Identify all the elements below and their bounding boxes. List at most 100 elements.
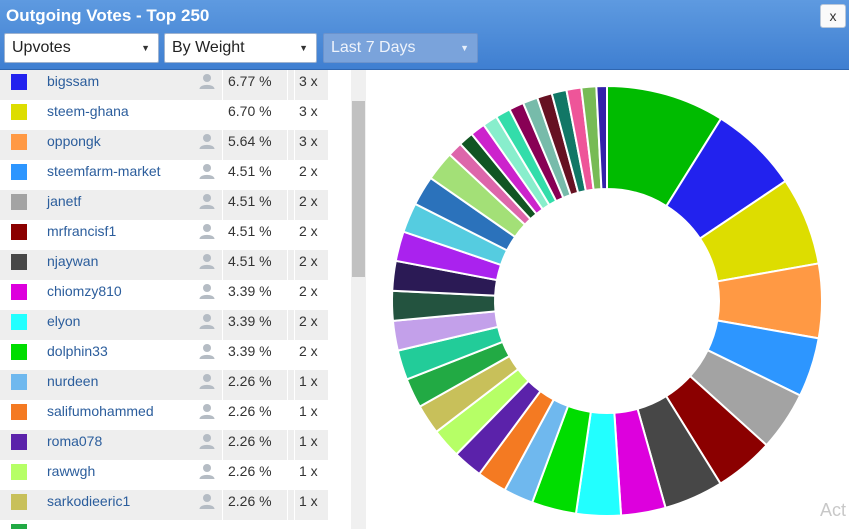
vote-count: 2 x xyxy=(299,223,318,239)
window-title: Outgoing Votes - Top 250 xyxy=(6,6,210,25)
vote-percent: 2.26 % xyxy=(228,403,272,419)
voter-name-link[interactable]: oppongk xyxy=(47,133,101,149)
voter-name-link[interactable]: elyon xyxy=(47,313,80,329)
color-swatch xyxy=(11,194,27,210)
list-item[interactable] xyxy=(0,520,328,529)
period-value: Last 7 Days xyxy=(331,39,416,56)
user-icon[interactable] xyxy=(198,132,216,150)
voter-name-link[interactable]: bigssam xyxy=(47,73,99,89)
vote-list: bigssam 6.77 % 3 x steem-ghana 6.70 % 3 x oppo… xyxy=(0,70,328,529)
list-item[interactable]: janetf 4.51 % 2 x xyxy=(0,190,328,220)
vote-count: 3 x xyxy=(299,103,318,119)
vote-count: 2 x xyxy=(299,193,318,209)
vote-count: 1 x xyxy=(299,463,318,479)
vote-percent: 2.26 % xyxy=(228,373,272,389)
vote-percent: 3.39 % xyxy=(228,313,272,329)
color-swatch xyxy=(11,314,27,330)
list-item[interactable]: njaywan 4.51 % 2 x xyxy=(0,250,328,280)
voter-name-link[interactable]: janetf xyxy=(47,193,81,209)
vote-percent: 2.26 % xyxy=(228,463,272,479)
list-item[interactable]: dolphin33 3.39 % 2 x xyxy=(0,340,328,370)
voter-name-link[interactable]: sarkodieeric1 xyxy=(47,493,130,509)
window-titlebar: Outgoing Votes - Top 250 x Upvotes ▼ By … xyxy=(0,0,849,70)
vote-percent: 4.51 % xyxy=(228,193,272,209)
color-swatch xyxy=(11,404,27,420)
column-divider xyxy=(294,70,295,529)
user-icon[interactable] xyxy=(198,372,216,390)
list-item[interactable]: roma078 2.26 % 1 x xyxy=(0,430,328,460)
voter-name-link[interactable]: nurdeen xyxy=(47,373,98,389)
vote-count: 2 x xyxy=(299,343,318,359)
list-item[interactable]: chiomzy810 3.39 % 2 x xyxy=(0,280,328,310)
vote-percent: 3.39 % xyxy=(228,343,272,359)
list-item[interactable]: steemfarm-market 4.51 % 2 x xyxy=(0,160,328,190)
list-item[interactable]: bigssam 6.77 % 3 x xyxy=(0,70,328,100)
color-swatch xyxy=(11,134,27,150)
vote-type-dropdown[interactable]: Upvotes ▼ xyxy=(4,33,159,63)
scroll-thumb[interactable] xyxy=(352,101,365,277)
column-divider xyxy=(287,70,288,529)
vote-count: 3 x xyxy=(299,73,318,89)
voter-name-link[interactable]: mrfrancisf1 xyxy=(47,223,116,239)
voter-name-link[interactable]: steem-ghana xyxy=(47,103,129,119)
color-swatch xyxy=(11,254,27,270)
vote-percent: 4.51 % xyxy=(228,223,272,239)
color-swatch xyxy=(11,74,27,90)
vote-count: 2 x xyxy=(299,283,318,299)
user-icon[interactable] xyxy=(198,342,216,360)
sort-dropdown[interactable]: By Weight ▼ xyxy=(164,33,317,63)
list-item[interactable]: salifumohammed 2.26 % 1 x xyxy=(0,400,328,430)
list-item[interactable]: steem-ghana 6.70 % 3 x xyxy=(0,100,328,130)
user-icon[interactable] xyxy=(198,312,216,330)
user-icon[interactable] xyxy=(198,162,216,180)
voter-name-link[interactable]: steemfarm-market xyxy=(47,163,161,179)
user-icon[interactable] xyxy=(198,192,216,210)
user-icon[interactable] xyxy=(198,282,216,300)
user-icon[interactable] xyxy=(198,252,216,270)
vote-type-value: Upvotes xyxy=(12,39,71,56)
color-swatch xyxy=(11,464,27,480)
color-swatch xyxy=(11,434,27,450)
list-item[interactable]: sarkodieeric1 2.26 % 1 x xyxy=(0,490,328,520)
vote-percent: 2.26 % xyxy=(228,493,272,509)
user-icon[interactable] xyxy=(198,72,216,90)
list-item[interactable]: nurdeen 2.26 % 1 x xyxy=(0,370,328,400)
voter-name-link[interactable]: rawwgh xyxy=(47,463,95,479)
voter-name-link[interactable]: chiomzy810 xyxy=(47,283,122,299)
vote-count: 1 x xyxy=(299,373,318,389)
vote-count: 1 x xyxy=(299,433,318,449)
vote-list-scrollbar[interactable] xyxy=(351,70,366,529)
vote-percent: 4.51 % xyxy=(228,163,272,179)
list-item[interactable]: elyon 3.39 % 2 x xyxy=(0,310,328,340)
period-dropdown: Last 7 Days ▼ xyxy=(323,33,478,63)
color-swatch xyxy=(11,104,27,120)
vote-count: 1 x xyxy=(299,403,318,419)
vote-percent: 4.51 % xyxy=(228,253,272,269)
voter-name-link[interactable]: salifumohammed xyxy=(47,403,154,419)
chevron-down-icon: ▼ xyxy=(299,43,308,53)
list-item[interactable]: rawwgh 2.26 % 1 x xyxy=(0,460,328,490)
column-divider xyxy=(222,70,223,529)
color-swatch xyxy=(11,344,27,360)
user-icon[interactable] xyxy=(198,402,216,420)
close-button[interactable]: x xyxy=(820,4,846,28)
vote-count: 2 x xyxy=(299,253,318,269)
watermark-text: Act xyxy=(820,500,847,520)
voter-name-link[interactable]: njaywan xyxy=(47,253,98,269)
vote-count: 2 x xyxy=(299,163,318,179)
user-icon[interactable] xyxy=(198,222,216,240)
color-swatch xyxy=(11,494,27,510)
list-item[interactable]: oppongk 5.64 % 3 x xyxy=(0,130,328,160)
voter-name-link[interactable]: roma078 xyxy=(47,433,102,449)
list-item[interactable]: mrfrancisf1 4.51 % 2 x xyxy=(0,220,328,250)
user-icon[interactable] xyxy=(198,492,216,510)
user-icon[interactable] xyxy=(198,462,216,480)
vote-percent: 2.26 % xyxy=(228,433,272,449)
color-swatch xyxy=(11,224,27,240)
chevron-down-icon: ▼ xyxy=(141,43,150,53)
user-icon[interactable] xyxy=(198,432,216,450)
voter-name-link[interactable]: dolphin33 xyxy=(47,343,108,359)
vote-count: 3 x xyxy=(299,133,318,149)
color-swatch xyxy=(11,164,27,180)
vote-percent: 5.64 % xyxy=(228,133,272,149)
